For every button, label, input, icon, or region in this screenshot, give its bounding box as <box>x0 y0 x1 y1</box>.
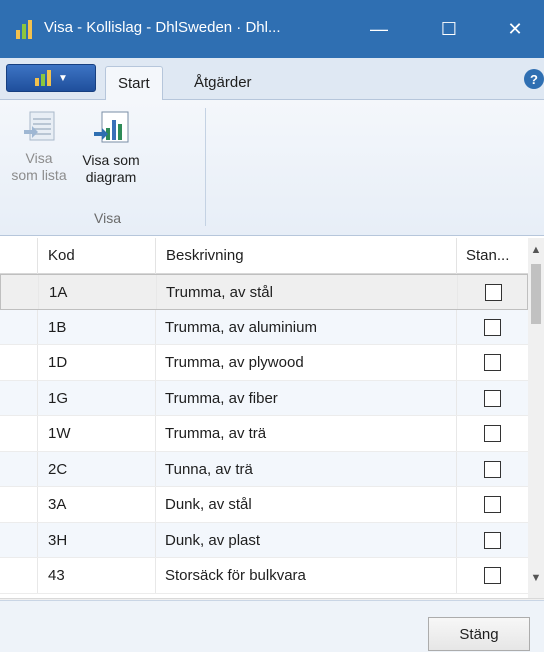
cell-beskrivning: Trumma, av plywood <box>165 354 304 371</box>
help-icon[interactable]: ? <box>524 69 544 89</box>
column-header-kod[interactable]: Kod <box>48 238 75 274</box>
cell-kod: 1G <box>48 389 69 407</box>
ribbon-group-label: Visa <box>94 210 121 226</box>
column-header-beskrivning[interactable]: Beskrivning <box>166 238 244 274</box>
application-menu-button[interactable]: ▼ <box>6 64 96 92</box>
cell-beskrivning: Trumma, av aluminium <box>165 318 317 336</box>
close-button[interactable]: Stäng <box>428 617 530 651</box>
cell-beskrivning: Trumma, av fiber <box>165 389 278 407</box>
table-row[interactable]: 1D Trumma, av plywood <box>0 345 528 381</box>
cell-beskrivning: Dunk, av plast <box>165 531 261 549</box>
standard-checkbox[interactable] <box>484 496 501 513</box>
cell-kod: 1W <box>48 425 71 442</box>
table-row[interactable]: 3A Dunk, av stål <box>0 487 528 523</box>
maximize-button[interactable]: ☐ <box>420 0 478 58</box>
app-menu-chart-icon <box>35 70 52 86</box>
standard-checkbox[interactable] <box>484 567 501 584</box>
visa-som-lista-label-1: Visa <box>25 150 53 166</box>
tab-atgarder[interactable]: Åtgärder <box>182 66 264 100</box>
grid-header: Kod Beskrivning Stan... <box>0 238 528 274</box>
visa-som-lista-label-2: som lista <box>11 167 67 183</box>
cell-kod: 2C <box>48 460 68 478</box>
header-divider <box>155 238 156 274</box>
vertical-scrollbar[interactable]: ▲ ▼ <box>528 238 544 598</box>
standard-checkbox[interactable] <box>484 531 501 549</box>
cell-beskrivning: Tunna, av trä <box>165 460 253 478</box>
ribbon-group-divider <box>205 108 206 226</box>
cell-kod: 3H <box>48 531 68 549</box>
ribbon-tab-row: ▼ Start Åtgärder ? <box>0 58 544 100</box>
tab-start[interactable]: Start <box>105 66 163 100</box>
header-divider <box>37 238 38 274</box>
cell-beskrivning: Dunk, av stål <box>165 496 252 513</box>
dialog-footer: Stäng <box>0 600 544 652</box>
visa-som-diagram-label-2: diagram <box>85 169 137 185</box>
table-row[interactable]: 1G Trumma, av fiber <box>0 380 528 416</box>
cell-beskrivning: Trumma, av stål <box>166 284 273 301</box>
cell-beskrivning: Storsäck för bulkvara <box>165 567 306 584</box>
standard-checkbox[interactable] <box>484 389 501 407</box>
visa-som-lista-button[interactable]: Visa som lista <box>4 110 74 184</box>
standard-checkbox[interactable] <box>485 284 502 301</box>
cell-kod: 43 <box>48 567 65 584</box>
close-window-button[interactable]: ✕ <box>486 0 544 58</box>
chart-view-icon <box>94 111 129 143</box>
scroll-down-icon[interactable]: ▼ <box>528 572 544 588</box>
table-row[interactable]: 1A Trumma, av stål <box>0 274 528 310</box>
visa-som-diagram-button[interactable]: Visa som diagram <box>76 110 146 186</box>
header-divider <box>456 238 457 274</box>
cell-beskrivning: Trumma, av trä <box>165 425 267 442</box>
cell-kod: 3A <box>48 496 67 513</box>
app-chart-icon <box>16 20 32 39</box>
ribbon-panel: Visa som lista Visa som diagram Visa <box>0 100 544 236</box>
chevron-down-icon: ▼ <box>58 72 68 84</box>
table-row[interactable]: 2C Tunna, av trä <box>0 451 528 487</box>
cell-kod: 1D <box>48 354 68 371</box>
minimize-button[interactable]: — <box>350 0 408 58</box>
cell-kod: 1A <box>49 284 68 301</box>
standard-checkbox[interactable] <box>484 425 501 442</box>
grid-rows: 1A Trumma, av stål 1B Trumma, av alumini… <box>0 274 528 594</box>
column-header-standard[interactable]: Stan... <box>466 238 509 274</box>
window-title: Visa - Kollislag - DhlSweden · Dhl... <box>44 19 281 36</box>
table-row[interactable]: 43 Storsäck för bulkvara <box>0 558 528 594</box>
scroll-up-icon[interactable]: ▲ <box>528 244 544 260</box>
standard-checkbox[interactable] <box>484 354 501 371</box>
kollislag-grid: Kod Beskrivning Stan... 1A Trumma, av st… <box>0 238 544 606</box>
table-row[interactable]: 1W Trumma, av trä <box>0 416 528 452</box>
table-row[interactable]: 1B Trumma, av aluminium <box>0 309 528 345</box>
title-bar: Visa - Kollislag - DhlSweden · Dhl... — … <box>0 0 544 58</box>
table-row[interactable]: 3H Dunk, av plast <box>0 522 528 558</box>
standard-checkbox[interactable] <box>484 318 501 336</box>
cell-kod: 1B <box>48 318 67 336</box>
scroll-thumb[interactable] <box>531 264 541 324</box>
standard-checkbox[interactable] <box>484 460 501 478</box>
visa-som-diagram-label-1: Visa som <box>82 152 140 168</box>
list-view-icon <box>24 111 55 141</box>
